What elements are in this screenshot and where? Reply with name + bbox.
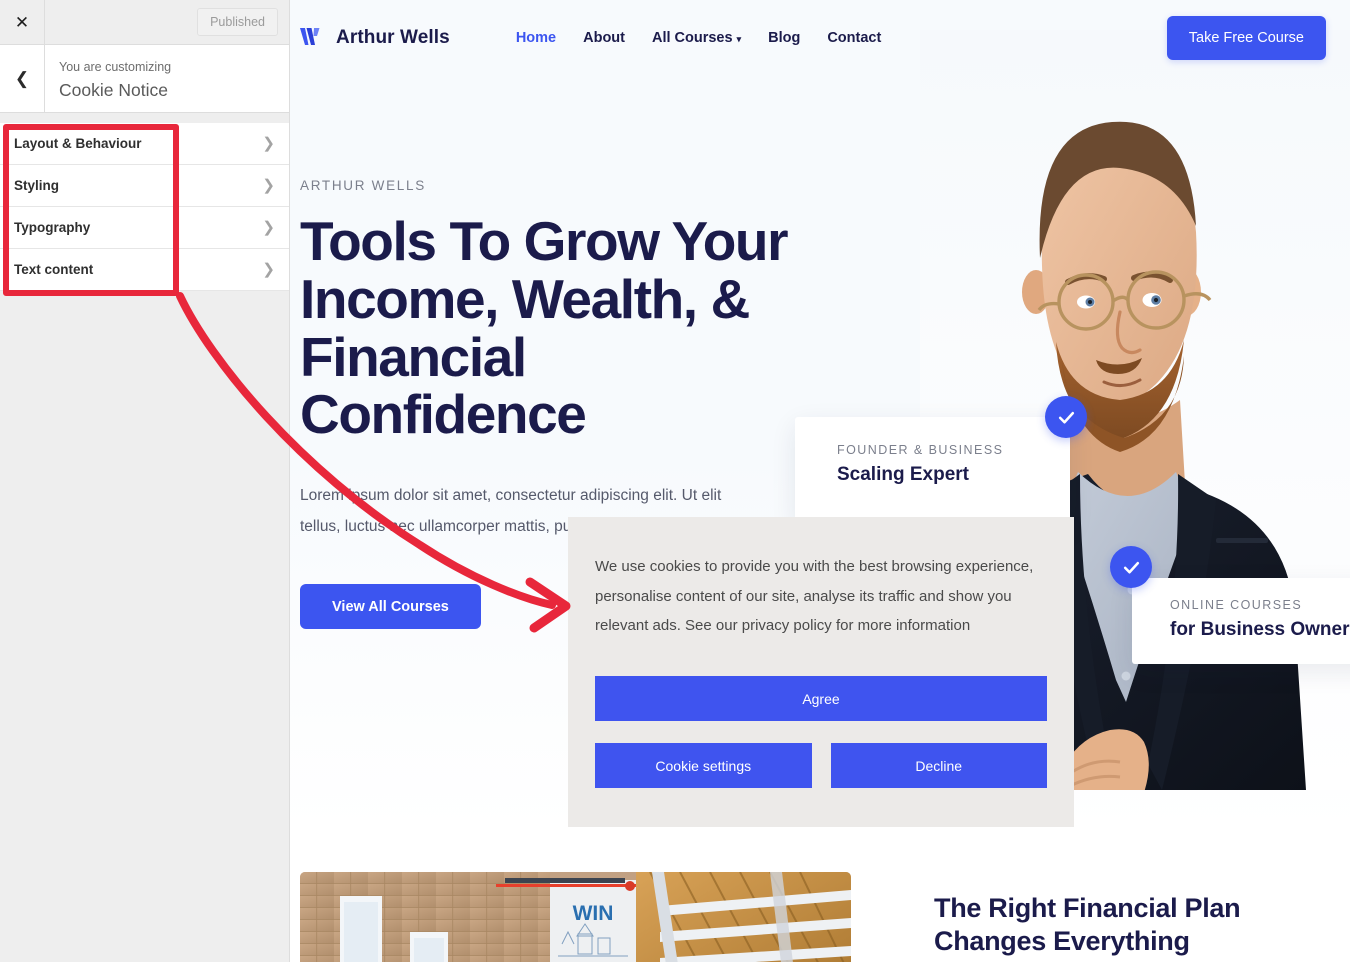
hero-title: Tools To Grow Your Income, Wealth, & Fin…: [300, 210, 789, 446]
panel-item-styling[interactable]: Styling ❯: [0, 165, 289, 207]
section-gap: [0, 113, 289, 123]
panel-item-layout-behaviour[interactable]: Layout & Behaviour ❯: [0, 123, 289, 165]
close-icon[interactable]: ✕: [0, 0, 45, 44]
card-title: Scaling Expert: [837, 464, 969, 485]
nav-item-label: All Courses: [651, 30, 733, 46]
card-eyebrow: FOUNDER & BUSINESS: [837, 443, 1004, 457]
hero-card-founder: FOUNDER & BUSINESS Scaling Expert: [795, 417, 1070, 523]
check-circle-icon: [1045, 396, 1087, 438]
nav-item-all-courses[interactable]: All Courses ▾: [652, 30, 741, 46]
chevron-right-icon: ❯: [262, 219, 275, 236]
cookie-notice-body: We use cookies to provide you with the b…: [595, 558, 1034, 635]
screen-root: ✕ Published ❮ You are customizing Cookie…: [0, 0, 1350, 962]
view-all-courses-button[interactable]: View All Courses: [300, 584, 481, 629]
cookie-notice-dialog: We use cookies to provide you with the b…: [568, 517, 1074, 827]
chevron-left-icon[interactable]: ❮: [0, 45, 45, 112]
cookie-secondary-buttons: Cookie settings Decline: [595, 743, 1047, 789]
chevron-right-icon: ❯: [262, 261, 275, 278]
brand-name: Arthur Wells: [336, 27, 450, 48]
panel-item-typography[interactable]: Typography ❯: [0, 207, 289, 249]
customizer-panel-list: Layout & Behaviour ❯ Styling ❯ Typograph…: [0, 123, 289, 291]
card-title: for Business Owners: [1170, 619, 1350, 640]
brand[interactable]: Arthur Wells: [300, 27, 450, 49]
cookie-decline-button[interactable]: Decline: [830, 743, 1047, 789]
hero-card-online-courses: ONLINE COURSES for Business Owners: [1132, 578, 1350, 664]
check-circle-icon: [1110, 546, 1152, 588]
nav-item-contact[interactable]: Contact: [827, 30, 881, 46]
nav-item-about[interactable]: About: [583, 30, 625, 46]
check-glyph: [1123, 561, 1139, 574]
wordpress-customizer-sidebar: ✕ Published ❮ You are customizing Cookie…: [0, 0, 290, 962]
site-preview-frame: Arthur Wells Home About All Courses ▾ Blo…: [290, 0, 1350, 962]
lower-section: WIN The Right Financial Plan Changes Eve…: [290, 830, 1350, 962]
chevron-right-icon: ❯: [262, 135, 275, 152]
card-eyebrow: ONLINE COURSES: [1170, 598, 1303, 612]
published-status-badge[interactable]: Published: [197, 8, 278, 36]
customizing-eyebrow: You are customizing: [59, 60, 172, 74]
office-interior-photo: WIN: [300, 872, 851, 962]
w-mark-logo-icon: [300, 28, 320, 45]
chevron-down-icon: ▾: [736, 34, 742, 44]
office-photo-illustration: WIN: [300, 872, 851, 962]
take-free-course-button[interactable]: Take Free Course: [1166, 16, 1326, 60]
nav-links: Home About All Courses ▾ Blog Contact: [516, 30, 882, 46]
check-glyph: [1058, 411, 1074, 424]
panel-item-label: Styling: [14, 178, 60, 193]
cookie-settings-button[interactable]: Cookie settings: [595, 743, 812, 789]
site-navbar: Arthur Wells Home About All Courses ▾ Blo…: [290, 0, 1350, 76]
panel-item-label: Text content: [14, 262, 94, 277]
nav-item-home[interactable]: Home: [516, 30, 556, 46]
customizer-header-text: You are customizing Cookie Notice: [45, 45, 171, 112]
panel-item-label: Layout & Behaviour: [14, 136, 142, 151]
nav-item-blog[interactable]: Blog: [768, 30, 800, 46]
page-title: Cookie Notice: [59, 80, 168, 100]
customizer-header: ❮ You are customizing Cookie Notice: [0, 45, 289, 113]
svg-text:WIN: WIN: [573, 902, 614, 925]
cookie-agree-button[interactable]: Agree: [595, 676, 1047, 722]
hero-section: Arthur Wells Home About All Courses ▾ Blo…: [290, 0, 1350, 830]
sidebar-empty-area: [0, 291, 289, 962]
panel-item-label: Typography: [14, 220, 91, 235]
lower-section-heading: The Right Financial Plan Changes Everyth…: [934, 893, 1241, 956]
chevron-right-icon: ❯: [262, 177, 275, 194]
panel-item-text-content[interactable]: Text content ❯: [0, 249, 289, 291]
customizer-topbar: ✕ Published: [0, 0, 289, 45]
hero-eyebrow: ARTHUR WELLS: [300, 178, 426, 193]
